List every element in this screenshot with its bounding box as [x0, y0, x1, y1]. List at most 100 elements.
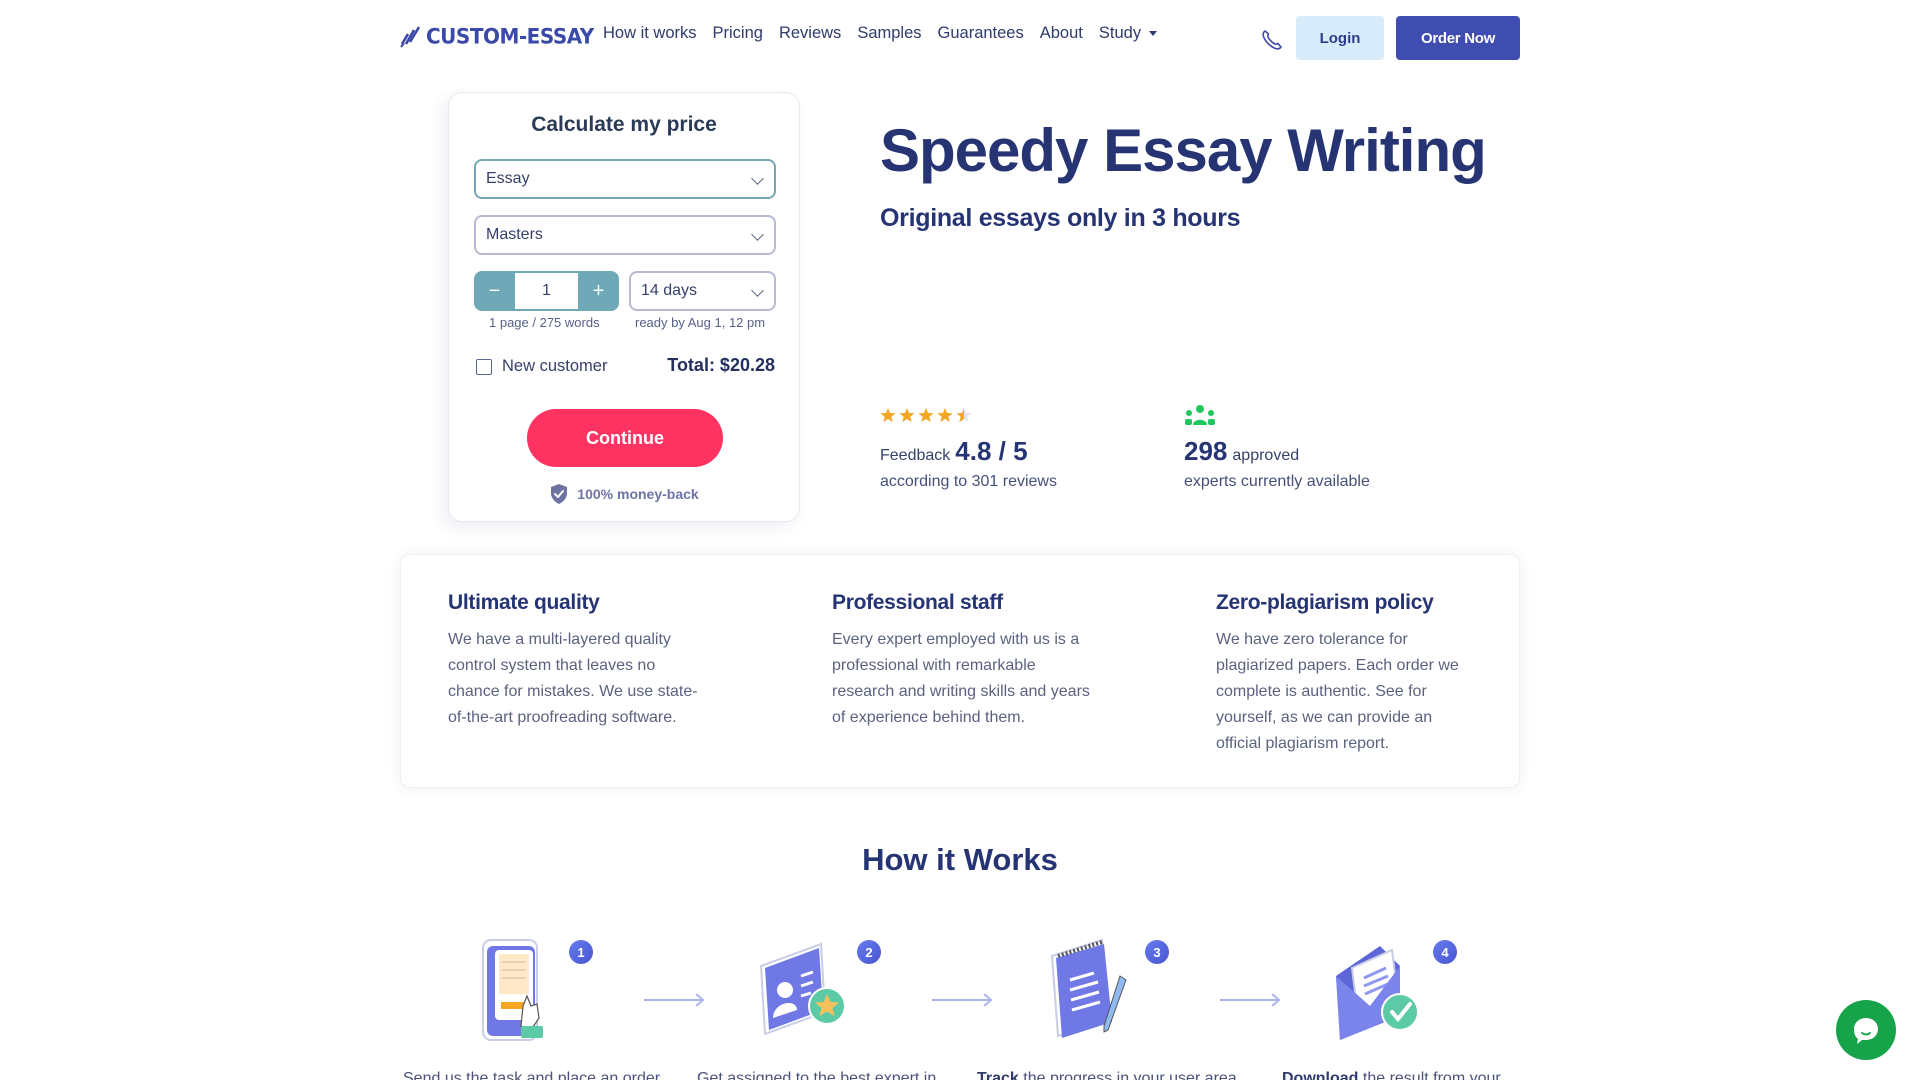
login-button[interactable]: Login — [1296, 16, 1384, 60]
continue-button[interactable]: Continue — [527, 409, 723, 467]
star-icon — [956, 408, 972, 422]
nav-label: Reviews — [778, 24, 842, 42]
paper-type-select[interactable]: Essay — [474, 159, 776, 199]
calculator-title: Calculate my price — [531, 113, 717, 136]
track-progress-notepad-icon — [1050, 938, 1127, 1038]
feature-text: We have zero tolerance for plagiarized p… — [1216, 631, 1459, 752]
new-customer-checkbox[interactable] — [476, 358, 492, 375]
how-it-works-title: How it Works — [862, 842, 1058, 877]
feedback-score: 4.8 / 5 — [955, 436, 1028, 466]
star-icon — [918, 408, 934, 422]
total-price: Total: $20.28 — [667, 355, 775, 375]
decrement-pages-button[interactable]: − — [474, 271, 515, 311]
arrow-right-icon — [1220, 993, 1281, 1007]
nav-pricing[interactable]: Pricing — [713, 24, 763, 43]
step-description: Send us the task and place an order — [403, 1070, 660, 1080]
academic-level-value: Masters — [486, 226, 543, 243]
nav-label: Study — [1098, 24, 1142, 42]
nav-label: Samples — [857, 24, 922, 42]
experts-available-text: experts currently available — [1184, 473, 1370, 490]
nav-label: How it works — [603, 24, 697, 42]
ready-by-hint: ready by Aug 1, 12 pm — [635, 315, 766, 330]
caret-down-icon — [1149, 31, 1158, 36]
nav-about[interactable]: About — [1040, 24, 1083, 43]
pages-stepper: − 1 + — [474, 271, 619, 311]
money-back-guarantee: 100% money-back — [449, 483, 799, 505]
feature-text: Every expert employed with us is a profe… — [832, 631, 1090, 726]
step-text: the result from your — [1358, 1070, 1501, 1080]
star-icon — [880, 408, 896, 422]
assigned-expert-badge-icon — [759, 942, 846, 1036]
step-description: Track the progress in your user area — [977, 1070, 1237, 1080]
step-text: Send us the task and place an order — [403, 1070, 661, 1080]
phone-icon[interactable] — [1260, 28, 1284, 52]
step-number-badge: 4 — [1433, 940, 1457, 964]
feedback-stat: Feedback 4.8 / 5 according to 301 review… — [880, 404, 1057, 491]
experts-approved-label: approved — [1232, 447, 1300, 464]
live-chat-button[interactable] — [1836, 1000, 1896, 1060]
experts-group-icon — [1185, 405, 1215, 425]
feedback-label: Feedback — [880, 447, 951, 464]
step-text: the progress in your user area — [1018, 1070, 1237, 1080]
star-icon — [937, 408, 953, 422]
deadline-value: 14 days — [641, 282, 698, 299]
star-icon — [899, 408, 915, 422]
feature-title: Professional staff — [832, 591, 1003, 614]
logo-quill-icon — [400, 26, 420, 48]
nav-label: About — [1039, 24, 1083, 42]
money-back-label: 100% money-back — [577, 486, 699, 502]
nav-study-dropdown[interactable]: Study — [1098, 24, 1158, 43]
step-bold: Download — [1282, 1070, 1359, 1080]
step-description: Get assigned to the best expert in — [697, 1070, 936, 1080]
pages-input[interactable]: 1 — [515, 273, 578, 309]
hero-title: Speedy Essay Writing — [880, 117, 1487, 184]
step-bold: Track — [977, 1070, 1019, 1080]
step-text: Get assigned to the best expert in — [697, 1070, 937, 1080]
price-calculator: Calculate my price Essay Masters − 1 + 1… — [448, 92, 800, 522]
nav-samples[interactable]: Samples — [857, 24, 921, 43]
new-customer-label: New customer — [502, 357, 608, 375]
download-result-envelope-icon — [1336, 946, 1419, 1040]
nav-reviews[interactable]: Reviews — [779, 24, 841, 43]
brand-name: CUSTOM-ESSAY — [426, 23, 594, 49]
main-nav: How it works Pricing Reviews Samples Gua… — [603, 24, 1158, 43]
step-number-badge: 2 — [857, 940, 881, 964]
shield-check-icon — [551, 484, 568, 504]
logo[interactable]: CUSTOM-ESSAY — [400, 23, 594, 49]
features-card: Ultimate quality We have a multi-layered… — [400, 554, 1520, 788]
nav-label: Pricing — [712, 24, 763, 42]
increment-pages-button[interactable]: + — [578, 271, 619, 311]
step-number-badge: 1 — [569, 940, 593, 964]
chat-bubble-icon — [1854, 1018, 1878, 1044]
pages-hint: 1 page / 275 words — [489, 315, 600, 330]
page: CUSTOM-ESSAY How it works Pricing Review… — [0, 0, 1920, 1080]
nav-label: Guarantees — [937, 24, 1024, 42]
chevron-down-icon — [751, 228, 764, 241]
order-now-button[interactable]: Order Now — [1396, 16, 1520, 60]
deadline-select[interactable]: 14 days — [629, 271, 776, 311]
new-customer-checkbox-row[interactable]: New customer — [476, 357, 607, 376]
step-number-badge: 3 — [1145, 940, 1169, 964]
nav-how-it-works[interactable]: How it works — [603, 24, 697, 43]
reviews-count: according to 301 reviews — [880, 473, 1057, 490]
feature-staff: Professional staff Every expert employed… — [832, 591, 1092, 731]
feature-plagiarism: Zero-plagiarism policy We have zero tole… — [1216, 591, 1476, 757]
rating-stars — [880, 404, 1057, 426]
nav-guarantees[interactable]: Guarantees — [938, 24, 1024, 43]
step-description: Download the result from your — [1282, 1070, 1501, 1080]
feature-text: We have a multi-layered quality control … — [448, 631, 698, 726]
feature-title: Ultimate quality — [448, 591, 600, 614]
chevron-down-icon — [751, 284, 764, 297]
feature-quality: Ultimate quality We have a multi-layered… — [448, 591, 708, 731]
academic-level-select[interactable]: Masters — [474, 215, 776, 255]
chevron-down-icon — [751, 172, 764, 185]
feature-title: Zero-plagiarism policy — [1216, 591, 1434, 614]
site-header: CUSTOM-ESSAY How it works Pricing Review… — [0, 0, 1920, 74]
experts-count: 298 — [1184, 436, 1228, 466]
place-order-phone-icon — [482, 939, 543, 1041]
arrow-right-icon — [644, 993, 705, 1007]
paper-type-value: Essay — [486, 170, 530, 187]
experts-stat: 298 approved experts currently available — [1184, 404, 1370, 491]
hero-subtitle: Original essays only in 3 hours — [880, 204, 1241, 232]
arrow-right-icon — [932, 993, 993, 1007]
